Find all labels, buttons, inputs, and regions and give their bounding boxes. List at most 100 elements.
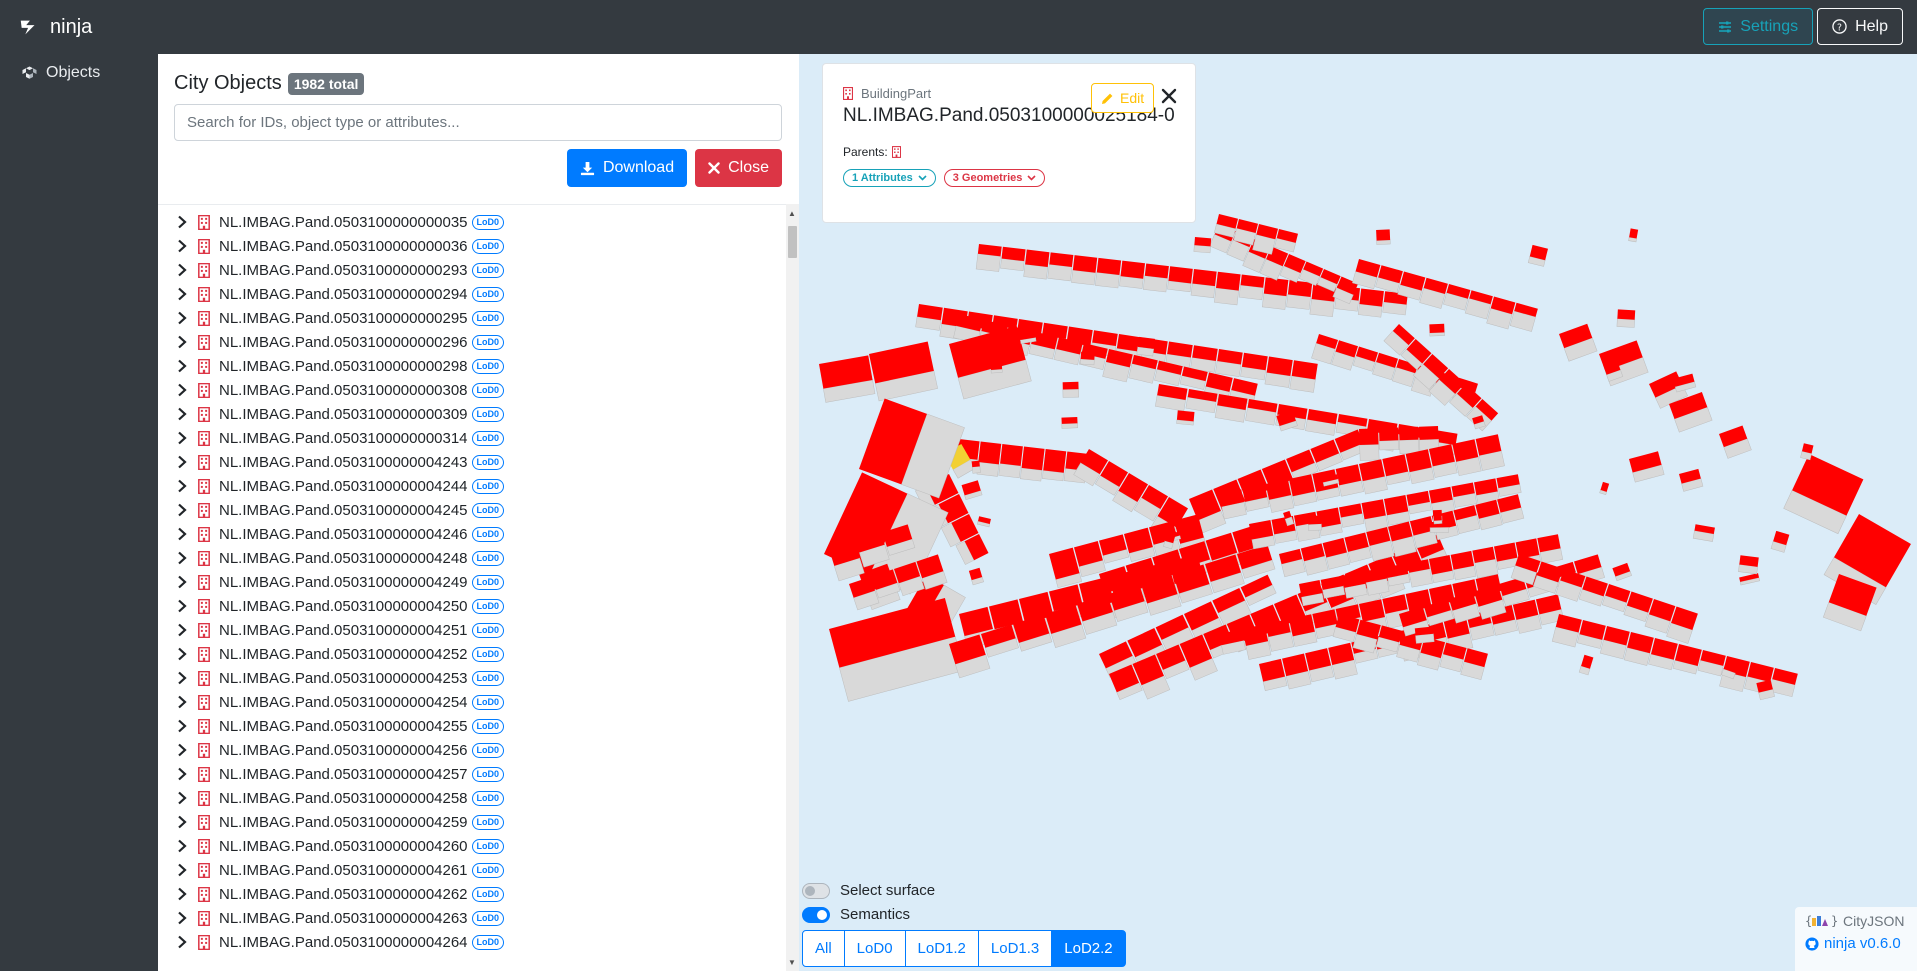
building-block[interactable] [968, 567, 984, 586]
building-block[interactable] [1136, 336, 1155, 357]
building-block[interactable] [915, 304, 943, 331]
object-id[interactable]: NL.IMBAG.Pand.0503100000004255 [219, 718, 468, 735]
tree-item[interactable]: NL.IMBAG.Pand.0503100000004246 LoD0 [158, 522, 799, 546]
object-id[interactable]: NL.IMBAG.Pand.0503100000000308 [219, 382, 468, 399]
tree-item[interactable]: NL.IMBAG.Pand.0503100000000035 LoD0 [158, 210, 799, 234]
building-block[interactable] [1382, 454, 1411, 486]
building-block[interactable] [1249, 520, 1276, 550]
version-link[interactable]: ninja v0.6.0 [1805, 935, 1907, 952]
object-id[interactable]: NL.IMBAG.Pand.0503100000004254 [219, 694, 468, 711]
object-id[interactable]: NL.IMBAG.Pand.0503100000000298 [219, 358, 468, 375]
chevron-right-icon[interactable] [176, 527, 188, 541]
building-block[interactable] [961, 480, 983, 501]
building-block[interactable] [1628, 228, 1639, 243]
building-block[interactable] [1783, 454, 1864, 535]
chevron-right-icon[interactable] [176, 359, 188, 373]
chevron-right-icon[interactable] [176, 407, 188, 421]
building-block[interactable] [1286, 280, 1313, 310]
tree-item[interactable]: NL.IMBAG.Pand.0503100000000298 LoD0 [158, 354, 799, 378]
building-block[interactable] [1453, 505, 1481, 535]
chevron-right-icon[interactable] [176, 599, 188, 613]
chevron-right-icon[interactable] [176, 815, 188, 829]
tree-item[interactable]: NL.IMBAG.Pand.0503100000004256 LoD0 [158, 738, 799, 762]
building-block[interactable] [1770, 530, 1790, 553]
geometries-dropdown[interactable]: 3 Geometries [943, 169, 1046, 187]
building-block[interactable] [1509, 302, 1538, 332]
brand[interactable]: ninja [18, 16, 92, 39]
tree-item[interactable]: NL.IMBAG.Pand.0503100000004248 LoD0 [158, 546, 799, 570]
building-block[interactable] [1739, 573, 1761, 586]
building-block[interactable] [1384, 495, 1411, 526]
building-block[interactable] [1629, 451, 1665, 483]
building-block[interactable] [1496, 474, 1522, 497]
building-block[interactable] [819, 355, 876, 403]
object-id[interactable]: NL.IMBAG.Pand.0503100000004252 [219, 646, 468, 663]
building-block[interactable] [1679, 468, 1704, 492]
lod-button-lod2-2[interactable]: LoD2.2 [1051, 930, 1126, 967]
chevron-right-icon[interactable] [176, 743, 188, 757]
building-block[interactable] [1061, 416, 1079, 429]
object-id[interactable]: NL.IMBAG.Pand.0503100000004264 [219, 934, 468, 951]
chevron-right-icon[interactable] [176, 287, 188, 301]
close-card-icon[interactable] [1159, 86, 1179, 106]
tree-scrollbar[interactable]: ▲ ▼ [786, 204, 799, 971]
building-block[interactable] [1080, 351, 1095, 366]
object-id[interactable]: NL.IMBAG.Pand.0503100000004244 [219, 478, 468, 495]
chevron-right-icon[interactable] [176, 863, 188, 877]
tree-item[interactable]: NL.IMBAG.Pand.0503100000000293 LoD0 [158, 258, 799, 282]
3d-viewer[interactable]: BuildingPart NL.IMBAG.Pand.0503100000025… [799, 54, 1917, 971]
chevron-right-icon[interactable] [176, 503, 188, 517]
building-block[interactable] [1307, 515, 1322, 531]
building-block[interactable] [1433, 515, 1443, 525]
building-block[interactable] [1612, 562, 1633, 582]
tree-item[interactable]: NL.IMBAG.Pand.0503100000004263 LoD0 [158, 906, 799, 930]
building-block[interactable] [1271, 515, 1298, 544]
building-block[interactable] [1599, 481, 1610, 496]
building-block[interactable] [1429, 555, 1455, 584]
building-block[interactable] [1692, 524, 1715, 542]
edit-button[interactable]: Edit [1091, 83, 1155, 113]
object-id[interactable]: NL.IMBAG.Pand.0503100000000293 [219, 262, 468, 279]
building-block[interactable] [1451, 482, 1478, 508]
object-id[interactable]: NL.IMBAG.Pand.0503100000004253 [219, 670, 468, 687]
building-block[interactable] [1472, 546, 1499, 579]
building-block[interactable] [1245, 399, 1278, 426]
object-id[interactable]: NL.IMBAG.Pand.0503100000004249 [219, 574, 468, 591]
building-block[interactable] [1238, 274, 1265, 301]
sidebar-item-objects[interactable]: Objects [0, 54, 158, 92]
building-block[interactable] [1738, 555, 1759, 575]
building-block[interactable] [1264, 356, 1293, 388]
chevron-right-icon[interactable] [176, 623, 188, 637]
tree-item[interactable]: NL.IMBAG.Pand.0503100000000294 LoD0 [158, 282, 799, 306]
tree-item[interactable]: NL.IMBAG.Pand.0503100000000036 LoD0 [158, 234, 799, 258]
object-id[interactable]: NL.IMBAG.Pand.0503100000000296 [219, 334, 468, 351]
building-block[interactable] [1062, 381, 1080, 398]
object-id[interactable]: NL.IMBAG.Pand.0503100000004243 [219, 454, 468, 471]
building-block[interactable] [1320, 575, 1346, 599]
building-block[interactable] [971, 460, 981, 474]
building-block[interactable] [1094, 257, 1122, 289]
semantics-toggle[interactable]: Semantics [802, 906, 910, 923]
tree-item[interactable]: NL.IMBAG.Pand.0503100000004258 LoD0 [158, 786, 799, 810]
building-block[interactable] [1023, 249, 1050, 280]
building-block[interactable] [1242, 484, 1270, 512]
building-block[interactable] [1399, 426, 1420, 454]
building-block[interactable] [990, 362, 1003, 374]
building-block[interactable] [1443, 284, 1471, 311]
chevron-right-icon[interactable] [176, 479, 188, 493]
chevron-right-icon[interactable] [176, 695, 188, 709]
building-block[interactable] [1379, 427, 1400, 451]
building-block[interactable] [829, 597, 965, 702]
tree-item[interactable]: NL.IMBAG.Pand.0503100000004261 LoD0 [158, 858, 799, 882]
tree-item[interactable]: NL.IMBAG.Pand.0503100000000314 LoD0 [158, 426, 799, 450]
tree-item[interactable]: NL.IMBAG.Pand.0503100000004250 LoD0 [158, 594, 799, 618]
semantics-switch[interactable] [802, 906, 830, 923]
building-block[interactable] [998, 444, 1023, 479]
object-id[interactable]: NL.IMBAG.Pand.0503100000004258 [219, 790, 468, 807]
tree-item[interactable]: NL.IMBAG.Pand.0503100000004260 LoD0 [158, 834, 799, 858]
building-block[interactable] [1261, 277, 1289, 310]
building-block[interactable] [1335, 464, 1364, 497]
scroll-down-arrow-icon[interactable]: ▼ [788, 958, 796, 967]
chevron-right-icon[interactable] [176, 239, 188, 253]
building-block[interactable] [976, 516, 991, 528]
